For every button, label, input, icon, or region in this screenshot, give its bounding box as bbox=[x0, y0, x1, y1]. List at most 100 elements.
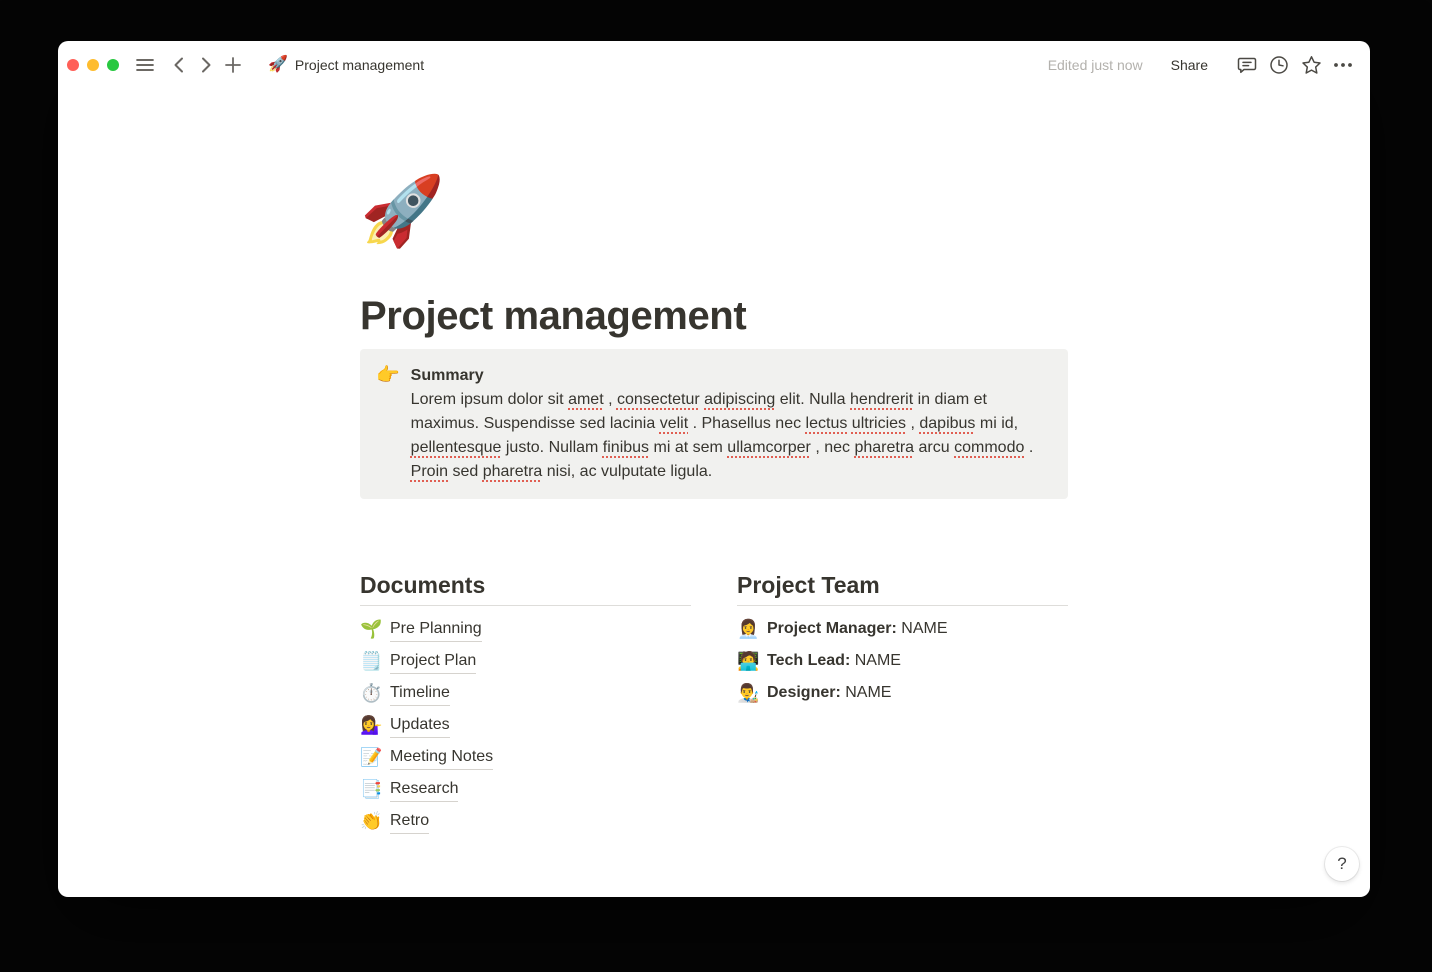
callout-text-segment: mi id, bbox=[980, 415, 1018, 432]
callout-text-segment: arcu bbox=[919, 439, 955, 456]
document-list-item: 🌱 Pre Planning bbox=[360, 614, 691, 644]
question-mark-icon: ? bbox=[1337, 854, 1346, 874]
team-member-emoji-icon: 🧑‍💻 bbox=[737, 646, 757, 676]
help-button[interactable]: ? bbox=[1325, 847, 1359, 881]
callout-text-segment: ultricies bbox=[852, 415, 906, 432]
document-link[interactable]: Meeting Notes bbox=[390, 745, 493, 770]
document-link[interactable]: Timeline bbox=[390, 681, 450, 706]
updates-button[interactable] bbox=[1266, 52, 1292, 78]
comments-button[interactable] bbox=[1234, 52, 1260, 78]
clock-icon bbox=[1269, 55, 1289, 75]
document-list-item: ⏱️ Timeline bbox=[360, 678, 691, 708]
divider bbox=[737, 605, 1068, 606]
document-emoji-icon: 💁‍♀️ bbox=[360, 710, 380, 740]
two-column-section: Documents 🌱 Pre Planning 🗒️ Project Plan bbox=[360, 571, 1068, 838]
callout-text-segment: adipiscing bbox=[704, 391, 775, 408]
star-icon bbox=[1301, 55, 1322, 75]
team-member-text: Project Manager: NAME bbox=[767, 614, 947, 644]
callout-text-segment: lectus bbox=[806, 415, 848, 432]
summary-callout[interactable]: 👉 Summary Lorem ipsum dolor sit amet , c… bbox=[360, 349, 1068, 499]
team-member-emoji-icon: 👩‍💼 bbox=[737, 614, 757, 644]
zoom-window-button[interactable] bbox=[107, 59, 119, 71]
callout-title: Summary bbox=[411, 364, 1052, 388]
callout-text: Lorem ipsum dolor sit amet , consectetur… bbox=[411, 388, 1052, 484]
document-emoji-icon: 📝 bbox=[360, 742, 380, 772]
documents-heading: Documents bbox=[360, 571, 691, 600]
callout-text-segment: . Phasellus nec bbox=[693, 415, 806, 432]
callout-text-segment: velit bbox=[660, 415, 688, 432]
team-member-item: 👨‍🎨 Designer: NAME bbox=[737, 678, 1068, 708]
sidebar-menu-button[interactable] bbox=[132, 52, 158, 78]
titlebar-actions: Edited just now Share bbox=[1048, 52, 1356, 78]
breadcrumb-title: Project management bbox=[295, 57, 424, 73]
document-emoji-icon: 🗒️ bbox=[360, 646, 380, 676]
callout-text-segment: ullamcorper bbox=[727, 439, 811, 456]
document-link[interactable]: Retro bbox=[390, 809, 429, 834]
team-member-item: 👩‍💼 Project Manager: NAME bbox=[737, 614, 1068, 644]
callout-text-segment: Lorem ipsum dolor sit bbox=[411, 391, 568, 408]
chevron-left-icon bbox=[174, 57, 184, 73]
favorite-button[interactable] bbox=[1298, 52, 1324, 78]
team-column: Project Team 👩‍💼 Project Manager: NAME 🧑… bbox=[737, 571, 1068, 838]
pointing-finger-icon[interactable]: 👉 bbox=[376, 364, 400, 484]
team-heading: Project Team bbox=[737, 571, 1068, 600]
document-link[interactable]: Updates bbox=[390, 713, 450, 738]
breadcrumb[interactable]: 🚀 Project management bbox=[262, 54, 430, 76]
document-link[interactable]: Pre Planning bbox=[390, 617, 482, 642]
team-member-role: Project Manager: bbox=[767, 620, 897, 637]
back-button[interactable] bbox=[166, 52, 192, 78]
callout-text-segment: pharetra bbox=[483, 463, 543, 480]
ellipsis-icon bbox=[1334, 63, 1352, 67]
callout-text-segment: elit. Nulla bbox=[780, 391, 850, 408]
team-member-name: NAME bbox=[897, 620, 948, 637]
team-member-role: Designer: bbox=[767, 684, 841, 701]
comment-icon bbox=[1237, 55, 1257, 75]
document-list-item: 💁‍♀️ Updates bbox=[360, 710, 691, 740]
forward-button[interactable] bbox=[193, 52, 219, 78]
new-page-button[interactable] bbox=[220, 52, 246, 78]
team-member-name: NAME bbox=[850, 652, 901, 669]
callout-text-segment: , nec bbox=[815, 439, 854, 456]
team-member-item: 🧑‍💻 Tech Lead: NAME bbox=[737, 646, 1068, 676]
team-list: 👩‍💼 Project Manager: NAME 🧑‍💻 Tech Lead:… bbox=[737, 614, 1068, 708]
callout-text-segment: mi at sem bbox=[654, 439, 728, 456]
document-list-item: 🗒️ Project Plan bbox=[360, 646, 691, 676]
documents-column: Documents 🌱 Pre Planning 🗒️ Project Plan bbox=[360, 571, 691, 838]
callout-text-segment: nisi, ac vulputate ligula. bbox=[547, 463, 712, 480]
callout-body: Summary Lorem ipsum dolor sit amet , con… bbox=[411, 364, 1052, 484]
close-window-button[interactable] bbox=[67, 59, 79, 71]
team-member-name: NAME bbox=[841, 684, 892, 701]
divider bbox=[360, 605, 691, 606]
desktop: { "titlebar": { "doc_icon": "🚀", "doc_ti… bbox=[0, 0, 1432, 972]
edited-status: Edited just now bbox=[1048, 57, 1143, 73]
document-list-item: 👏 Retro bbox=[360, 806, 691, 836]
team-member-text: Tech Lead: NAME bbox=[767, 646, 901, 676]
document-emoji-icon: ⏱️ bbox=[360, 678, 380, 708]
share-button[interactable]: Share bbox=[1165, 53, 1214, 77]
titlebar: 🚀 Project management Edited just now Sha… bbox=[58, 41, 1370, 89]
team-member-role: Tech Lead: bbox=[767, 652, 850, 669]
callout-text-segment: commodo bbox=[954, 439, 1024, 456]
more-button[interactable] bbox=[1330, 52, 1356, 78]
document-emoji-icon: 📑 bbox=[360, 774, 380, 804]
page-icon-rocket[interactable]: 🚀 bbox=[360, 172, 444, 250]
minimize-window-button[interactable] bbox=[87, 59, 99, 71]
callout-text-segment: Proin bbox=[411, 463, 448, 480]
page-title[interactable]: Project management bbox=[360, 292, 1068, 340]
document-link[interactable]: Research bbox=[390, 777, 458, 802]
traffic-lights bbox=[67, 59, 119, 71]
callout-text-segment: consectetur bbox=[617, 391, 700, 408]
document-list-item: 📑 Research bbox=[360, 774, 691, 804]
page-content: 🚀 Project management 👉 Summary Lorem ips… bbox=[360, 89, 1068, 838]
team-member-text: Designer: NAME bbox=[767, 678, 891, 708]
document-link[interactable]: Project Plan bbox=[390, 649, 476, 674]
plus-icon bbox=[225, 57, 241, 73]
document-list-item: 📝 Meeting Notes bbox=[360, 742, 691, 772]
document-emoji-icon: 👏 bbox=[360, 806, 380, 836]
callout-text-segment: amet bbox=[568, 391, 604, 408]
chevron-right-icon bbox=[201, 57, 211, 73]
callout-text-segment: pharetra bbox=[854, 439, 914, 456]
callout-text-segment: sed bbox=[452, 463, 482, 480]
hamburger-icon bbox=[136, 58, 154, 72]
callout-text-segment: pellentesque bbox=[411, 439, 502, 456]
